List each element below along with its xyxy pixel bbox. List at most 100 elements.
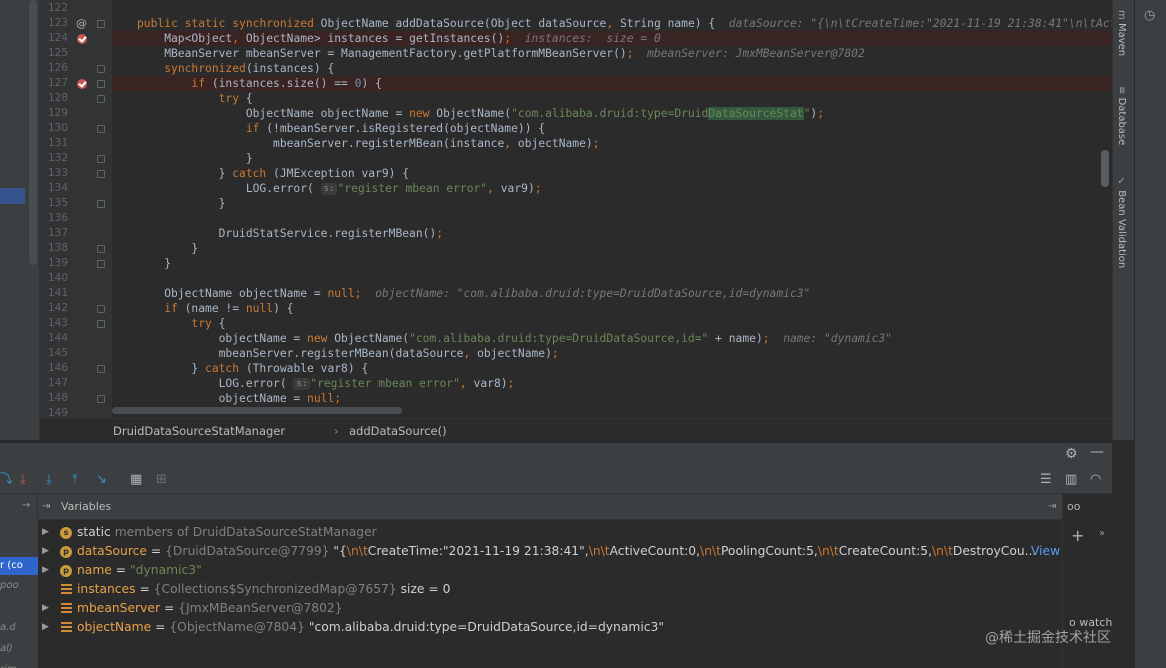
expand-arrow-icon[interactable]: ▶ [42,618,49,637]
expand-arrow-icon[interactable]: ▶ [42,523,49,542]
fold-marker-icon[interactable] [97,260,105,268]
variable-row-datasource[interactable]: ▶ p dataSource = {DruidDataSource@7799} "{… [38,542,1058,561]
expand-arrow-icon[interactable]: ▶ [42,599,49,618]
variable-row-static[interactable]: ▶ s static members of DruidDataSourceStatM… [38,523,1058,542]
expand-arrow-icon[interactable]: ▶ [42,561,49,580]
memory-icon[interactable]: ▥ [1065,466,1077,494]
gutter-line-141[interactable]: 141 [40,286,112,301]
gutter-line-143[interactable]: 143 [40,316,112,331]
variable-row-objectname[interactable]: ▶ objectName = {ObjectName@7804} "com.ali… [38,618,1058,637]
variable-row-instances[interactable]: instances = {Collections$SynchronizedMap… [38,580,1058,599]
frame-item[interactable] [0,598,38,616]
code-line-135[interactable]: } [112,196,1112,211]
gutter-line-134[interactable]: 134 [40,181,112,196]
code-line-124[interactable]: Map<Object, ObjectName> instances = getI… [112,31,1112,46]
code-line-127[interactable]: if (instances.size() == 0) { [112,76,1112,91]
gutter-line-127[interactable]: 127 [40,76,112,91]
frame-item[interactable]: r (co [0,557,38,575]
gutter-line-131[interactable]: 131 [40,136,112,151]
gutter-line-124[interactable]: 124 [40,31,112,46]
code-line-129[interactable]: ObjectName objectName = new ObjectName("… [112,106,1112,121]
project-selected-item[interactable] [0,188,25,204]
fold-marker-icon[interactable] [97,65,105,73]
gutter-line-136[interactable]: 136 [40,211,112,226]
code-line-130[interactable]: if (!mbeanServer.isRegistered(objectName… [112,121,1112,136]
gutter-line-132[interactable]: 132 [40,151,112,166]
bean-validation-tab[interactable]: ✓ Bean Validation [1116,176,1127,268]
fold-marker-icon[interactable] [97,125,105,133]
variable-row-name[interactable]: ▶ p name = "dynamic3" [38,561,1058,580]
settings-gear-icon[interactable]: ⚙ [1065,446,1078,462]
add-watch-icon[interactable]: + [1071,526,1084,545]
code-line-145[interactable]: mbeanServer.registerMBean(dataSource, ob… [112,346,1112,361]
gutter-line-125[interactable]: 125 [40,46,112,61]
frame-item[interactable]: al) [0,640,38,658]
code-line-142[interactable]: if (name != null) { [112,301,1112,316]
fold-marker-icon[interactable] [97,365,105,373]
editor-vertical-scrollbar[interactable] [1101,150,1109,187]
fold-marker-icon[interactable] [97,155,105,163]
gutter-line-148[interactable]: 148 [40,391,112,406]
code-line-144[interactable]: objectName = new ObjectName("com.alibaba… [112,331,1112,346]
run-to-cursor-icon[interactable]: ↘ [96,466,107,494]
gutter-line-135[interactable]: 135 [40,196,112,211]
view-link[interactable]: View [1031,542,1060,561]
force-step-into-icon[interactable]: ⤓ [46,466,52,494]
watches-toggle-icon[interactable]: oo [1067,500,1080,513]
gutter-line-147[interactable]: 147 [40,376,112,391]
gutter-line-133[interactable]: 133 [40,166,112,181]
code-line-126[interactable]: synchronized(instances) { [112,61,1112,76]
minimize-icon[interactable]: — [1090,444,1104,460]
gutter-line-138[interactable]: 138 [40,241,112,256]
frame-item[interactable]: poo [0,577,38,595]
breakpoint-icon[interactable] [77,34,87,44]
variables-pin-icon[interactable]: ⇥ [42,494,50,520]
editor-horizontal-scrollbar[interactable] [112,407,402,414]
gutter-line-140[interactable]: 140 [40,271,112,286]
fold-marker-icon[interactable] [97,80,105,88]
code-line-125[interactable]: MBeanServer mbeanServer = ManagementFact… [112,46,1112,61]
expand-arrow-icon[interactable]: ▶ [42,542,49,561]
gutter-line-123[interactable]: 123 @ [40,16,112,31]
clock-icon[interactable]: ◷ [1144,8,1155,23]
project-scrollbar[interactable] [29,0,37,265]
database-tab[interactable]: ≡ Database [1116,86,1127,145]
frames-pin-icon[interactable]: → [22,500,30,511]
code-line-147[interactable]: LOG.error( s: "register mbean error", var… [112,376,1112,391]
code-line-139[interactable]: } [112,256,1112,271]
code-line-134[interactable]: LOG.error( s: "register mbean error", var… [112,181,1112,196]
fold-marker-icon[interactable] [97,320,105,328]
code-line-138[interactable]: } [112,241,1112,256]
code-line-123[interactable]: public static synchronized ObjectName ad… [112,16,1112,31]
code-editor[interactable]: public static synchronized ObjectName ad… [112,0,1112,418]
frame-item[interactable]: rim [0,661,38,668]
fold-marker-icon[interactable] [97,305,105,313]
step-into-icon[interactable]: ⤓ [20,466,26,494]
layout-icon[interactable]: ☰ [1040,466,1052,494]
trace-icon[interactable]: ⊞ [156,466,167,494]
gutter-line-146[interactable]: 146 [40,361,112,376]
gutter-line-129[interactable]: 129 [40,106,112,121]
more-icon[interactable]: » [1099,528,1105,539]
fold-marker-icon[interactable] [97,245,105,253]
gutter-line-126[interactable]: 126 [40,61,112,76]
gauge-icon[interactable]: ◠ [1090,466,1101,494]
code-line-137[interactable]: DruidStatService.registerMBean(); [112,226,1112,241]
breadcrumb-class[interactable]: DruidDataSourceStatManager [113,419,285,443]
breadcrumb-method[interactable]: addDataSource() [349,419,447,443]
fold-marker-icon[interactable] [97,395,105,403]
restore-icon[interactable]: ⇥ [1048,494,1056,520]
gutter-line-144[interactable]: 144 [40,331,112,346]
step-over-icon[interactable]: ⤵ [0,466,13,494]
code-line-133[interactable]: } catch (JMException var9) { [112,166,1112,181]
breakpoint-icon[interactable] [77,79,87,89]
code-line-146[interactable]: } catch (Throwable var8) { [112,361,1112,376]
evaluate-expression-icon[interactable]: ▦ [130,466,142,494]
code-line-141[interactable]: ObjectName objectName = null; objectName… [112,286,1112,301]
gutter-line-130[interactable]: 130 [40,121,112,136]
annotation-icon[interactable]: @ [76,16,87,31]
gutter-line-122[interactable]: 122 [40,1,112,16]
step-out-icon[interactable]: ⤒ [72,466,78,494]
code-line-131[interactable]: mbeanServer.registerMBean(instance, obje… [112,136,1112,151]
code-line-132[interactable]: } [112,151,1112,166]
